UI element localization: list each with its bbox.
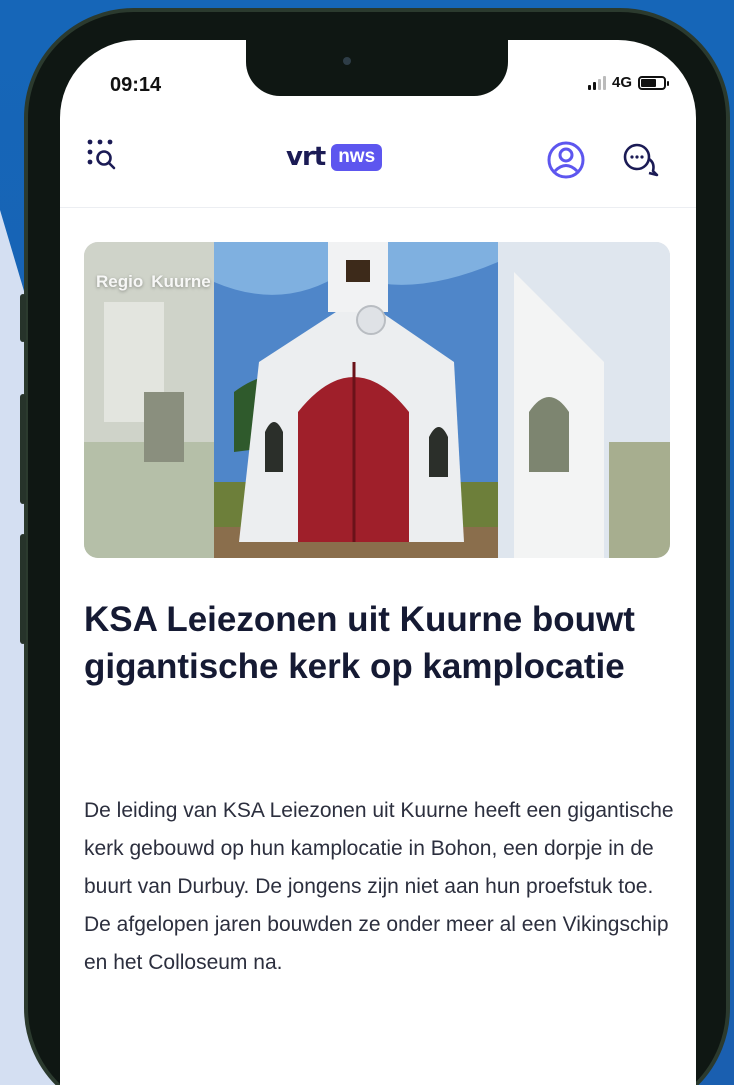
article-lead: De leiding van KSA Leiezonen uit Kuurne … — [84, 799, 674, 974]
logo-vrt-text: vrt — [286, 142, 326, 172]
front-camera — [343, 57, 351, 65]
tag-kuurne[interactable]: Kuurne — [151, 272, 211, 292]
profile-icon[interactable] — [546, 140, 586, 185]
article-headline[interactable]: KSA Leiezonen uit Kuurne bouwt gigantisc… — [84, 596, 674, 690]
volume-up-button — [20, 394, 26, 504]
phone-screen: 09:14 4G vrt nws Regio Kuurne KSA Leiezo… — [60, 40, 696, 1085]
vrt-nws-logo[interactable]: vrt nws — [286, 142, 383, 172]
status-indicators: 4G — [587, 74, 669, 91]
notch — [246, 40, 508, 96]
volume-down-button — [20, 534, 26, 644]
article-hero-image[interactable]: Regio Kuurne — [84, 242, 670, 558]
article-tags: Regio Kuurne — [96, 272, 211, 292]
menu-search-icon[interactable] — [84, 136, 124, 181]
status-time: 09:14 — [110, 74, 162, 96]
logo-nws-badge: nws — [331, 143, 383, 171]
battery-icon — [638, 75, 669, 90]
app-bar: vrt nws — [60, 122, 696, 208]
network-type: 4G — [611, 74, 632, 91]
tag-regio[interactable]: Regio — [96, 272, 143, 292]
signal-icon — [587, 75, 606, 90]
chat-icon[interactable] — [621, 141, 663, 186]
mute-switch — [20, 294, 26, 342]
